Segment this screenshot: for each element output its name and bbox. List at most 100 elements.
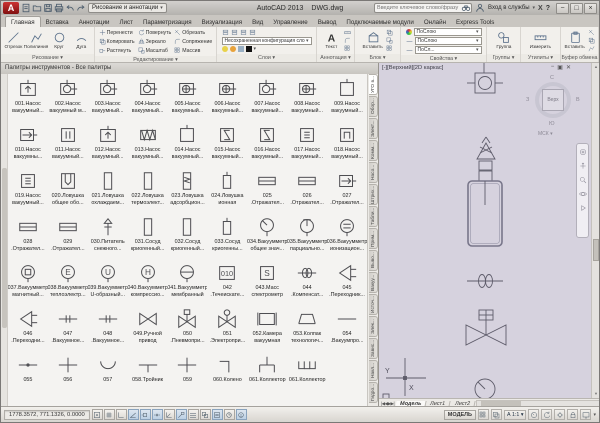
palette-item[interactable]: 006.Насос вакуумный... <box>207 76 247 122</box>
layer-freeze-icon[interactable] <box>249 29 256 36</box>
drafting-toggle-button[interactable] <box>236 409 247 420</box>
panel-label[interactable]: Рисование ▾ <box>1 54 94 62</box>
palette-tab[interactable]: Вакуу... <box>369 272 378 293</box>
workspace-gear-icon[interactable] <box>554 409 565 420</box>
edit-tool-button[interactable]: Копировать <box>99 37 135 46</box>
new-icon[interactable] <box>21 3 31 13</box>
palette-item[interactable]: 033.Сосуд криогенны... <box>207 214 247 260</box>
ribbon-tab[interactable]: Аннотации <box>74 17 115 27</box>
palette-item[interactable]: 047 .Вакуумное... <box>48 306 88 352</box>
draw-tool-button[interactable]: Отрезок <box>3 31 24 50</box>
drafting-toggle-button[interactable] <box>200 409 211 420</box>
palette-scrollbar-thumb[interactable] <box>2 168 7 328</box>
palette-item[interactable]: Е 038.Вакуумметр теплоэлектр... <box>48 260 88 306</box>
palette-item[interactable]: 041.Вакуумметр мембранный <box>168 260 208 306</box>
palette-title-bar[interactable]: Палитры инструментов - Все палитры <box>1 63 378 74</box>
edit-block-icon[interactable] <box>386 37 393 44</box>
layer-properties-icon[interactable] <box>222 29 229 36</box>
palette-item[interactable]: 010 042 .Течеискате... <box>207 260 247 306</box>
panel-label[interactable]: Утилиты ▾ <box>521 54 560 62</box>
palette-tab[interactable]: Накл... <box>369 360 378 381</box>
drafting-toggle-button[interactable] <box>152 409 163 420</box>
close-button[interactable]: × <box>584 3 597 14</box>
app-logo-icon[interactable]: A <box>3 2 19 14</box>
edit-tool-button[interactable]: Обрезать <box>174 28 212 37</box>
insert-block-button[interactable]: Вставить <box>363 31 384 50</box>
open-icon[interactable] <box>32 3 42 13</box>
plot-icon[interactable] <box>54 3 64 13</box>
ribbon-tab[interactable]: Вид <box>247 17 268 27</box>
vertical-scrollbar[interactable]: ▲ ▼ <box>591 63 599 398</box>
drafting-toggle-button[interactable] <box>188 409 199 420</box>
panel-label[interactable]: Группы ▾ <box>487 54 520 62</box>
lock-icon[interactable] <box>238 46 244 52</box>
view-cube[interactable]: Верх С Ю З В МСК ▾ <box>526 75 580 137</box>
viewcube-top-face[interactable]: Верх <box>542 89 564 111</box>
palette-tab[interactable]: Гидро... <box>369 382 378 403</box>
bulb-icon[interactable] <box>222 46 228 52</box>
model-space-button[interactable]: МОДЕЛЬ <box>444 410 476 420</box>
panel-label[interactable]: Аннотация ▾ <box>317 54 354 62</box>
dimension-icon[interactable] <box>344 29 351 36</box>
drawing-canvas[interactable]: [-][Верхний][2D каркас] − ▣ ✕ <box>379 63 599 408</box>
palette-item[interactable]: 035.Вакуумметр парциально... <box>287 214 327 260</box>
signin-link[interactable]: Вход в службы <box>488 5 530 11</box>
cut-icon[interactable] <box>588 29 595 36</box>
coordinates-readout[interactable]: 1778.3572, 771.1326, 0.0000 <box>4 410 90 420</box>
palette-item[interactable]: 010.Насос вакуумны... <box>8 122 48 168</box>
panel-label[interactable]: Редактирование ▾ <box>95 56 216 62</box>
workspace-dropdown[interactable]: Рисование и аннотации ▾ <box>88 3 167 13</box>
palette-item[interactable]: U 039.Вакуумметр U-образный... <box>88 260 128 306</box>
layer-state-icon[interactable] <box>231 29 238 36</box>
palette-item[interactable]: 014.Насос вакуумный... <box>168 122 208 168</box>
palette-item[interactable]: 021.Ловушка охлаждаем... <box>88 168 128 214</box>
palette-item[interactable]: 017.Насос вакуумный... <box>287 122 327 168</box>
palette-item[interactable]: 031.Сосуд криогенный... <box>128 214 168 260</box>
annotation-scale-button[interactable]: А 1:1 ▾ <box>504 410 527 420</box>
palette-item[interactable]: 005.Насос вакуумный... <box>168 76 208 122</box>
palette-item[interactable]: 053.Колпак технологич... <box>287 306 327 352</box>
palette-item[interactable]: 057 <box>88 352 128 398</box>
palette-item[interactable]: 022.Ловушка термоэлект... <box>128 168 168 214</box>
restore-button[interactable]: □ <box>570 3 583 14</box>
panel-label[interactable]: Буфер обмена <box>561 54 598 62</box>
ribbon-tab[interactable]: Параметризация <box>138 17 197 27</box>
color-dropdown[interactable]: ПоСлою ▾ <box>414 28 482 36</box>
table-icon[interactable] <box>344 45 351 52</box>
attributes-icon[interactable] <box>386 45 393 52</box>
match-properties-icon[interactable] <box>588 45 595 52</box>
ribbon-tab[interactable]: Онлайн <box>419 17 451 27</box>
palette-item[interactable]: 046 .Переходни... <box>8 306 48 352</box>
copy-clip-icon[interactable] <box>588 37 595 44</box>
group-button[interactable]: Группа <box>493 31 514 50</box>
help-icon[interactable]: ? <box>546 5 550 12</box>
palette-item[interactable]: 054 .Вакуумпро... <box>327 306 367 352</box>
palette-item[interactable]: 007.Насос вакуумный... <box>247 76 287 122</box>
layer-color-swatch[interactable] <box>246 46 252 52</box>
palette-item[interactable]: 030.Питатель снежного... <box>88 214 128 260</box>
palette-item[interactable]: 034.Вакуумметр общее знач... <box>247 214 287 260</box>
palette-tab[interactable]: Обор... <box>369 96 378 117</box>
draw-tool-button[interactable]: Дуга <box>71 31 92 50</box>
ribbon-tab[interactable]: Управление <box>268 17 312 27</box>
palette-tab[interactable]: Табли... <box>369 206 378 227</box>
palette-item[interactable]: 028 .Отражател... <box>8 214 48 260</box>
palette-item[interactable]: 009.Насос вакуумный... <box>327 76 367 122</box>
palette-item[interactable]: 023.Ловушка адсорбцион... <box>168 168 208 214</box>
drafting-toggle-button[interactable] <box>212 409 223 420</box>
measure-button[interactable]: Измерить <box>530 31 551 50</box>
viewcube-east[interactable]: В <box>576 97 580 103</box>
viewcube-west[interactable]: З <box>526 97 529 103</box>
minimize-button[interactable]: − <box>556 3 569 14</box>
drafting-toggle-button[interactable] <box>104 409 115 420</box>
palette-item[interactable]: 025 .Отражател... <box>247 168 287 214</box>
drafting-toggle-button[interactable] <box>92 409 103 420</box>
palette-item[interactable]: S 043.Масс спектрометр <box>247 260 287 306</box>
palette-tab[interactable]: Прим... <box>369 228 378 249</box>
palette-item[interactable]: 004.Насос вакуумный... <box>128 76 168 122</box>
edit-tool-button[interactable]: Перенести <box>99 28 135 37</box>
palette-item[interactable]: 045 .Переходник... <box>327 260 367 306</box>
edit-tool-button[interactable]: Массив <box>174 46 212 55</box>
palette-item[interactable]: 052.Камера вакуумная <box>247 306 287 352</box>
drafting-toggle-button[interactable] <box>164 409 175 420</box>
